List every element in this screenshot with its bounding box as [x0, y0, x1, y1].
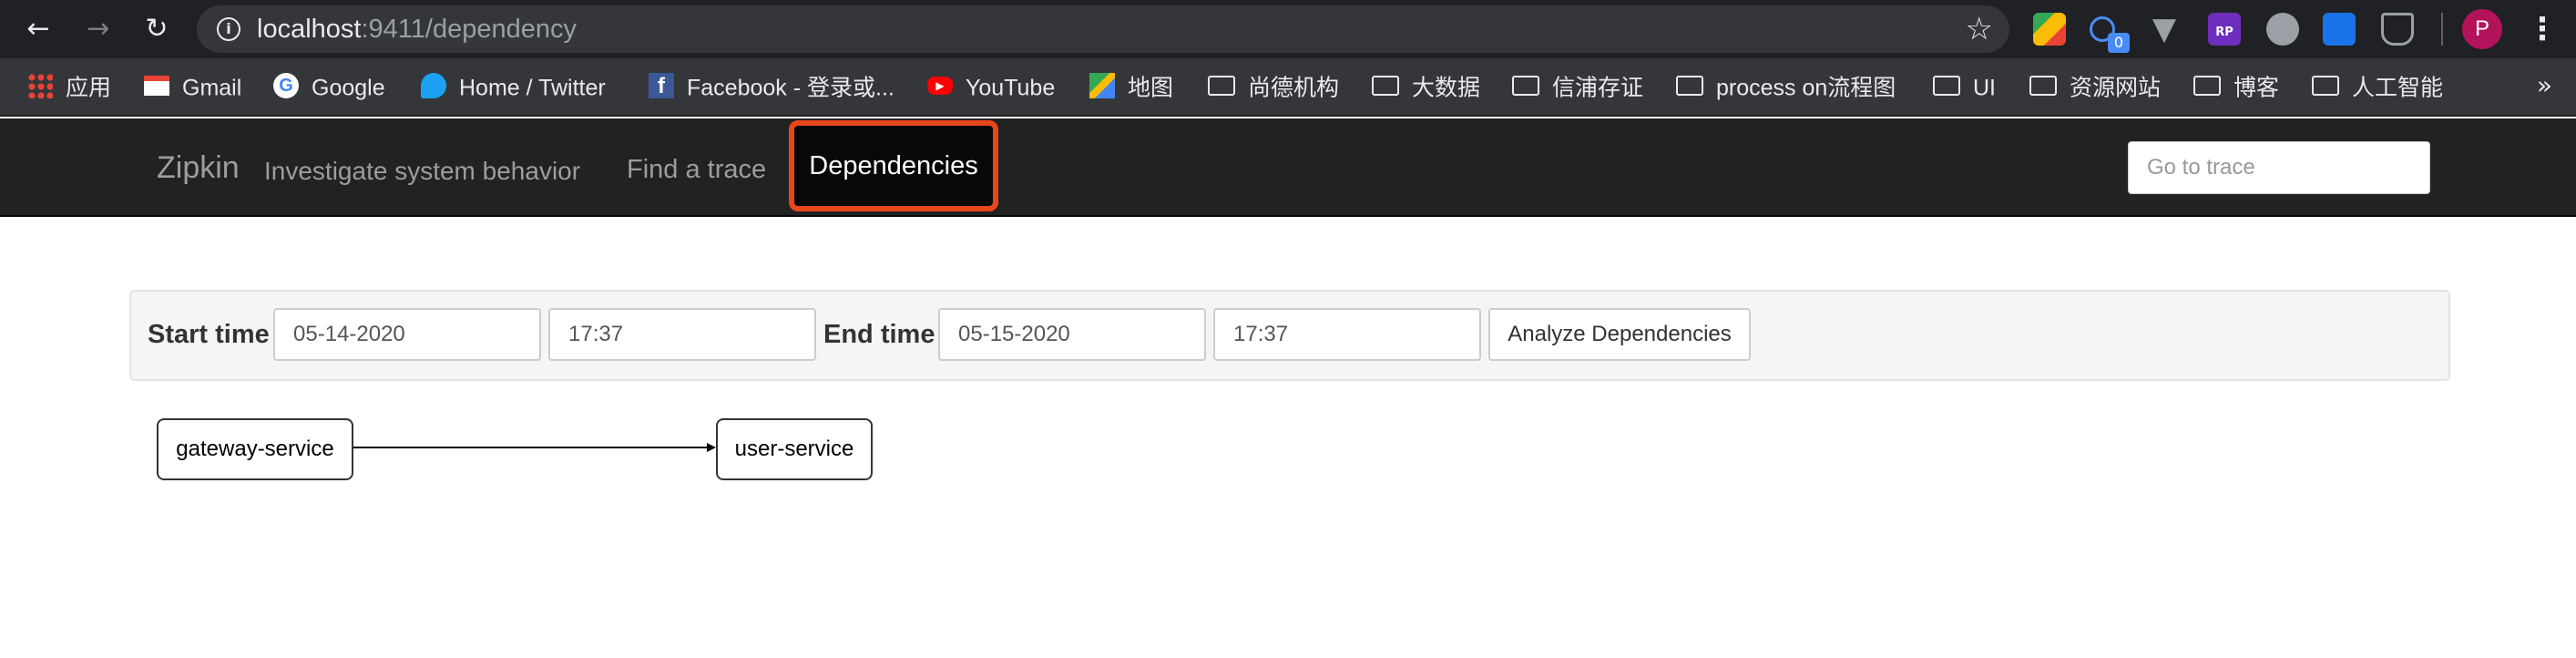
service-node-user[interactable]: user-service	[716, 418, 873, 480]
end-time-input[interactable]: 17:37	[1213, 308, 1481, 361]
folder-icon	[1512, 76, 1539, 97]
dependency-graph: gateway-service user-service	[146, 410, 893, 501]
extension-badge: 0	[2108, 33, 2130, 53]
analyze-dependencies-button[interactable]: Analyze Dependencies	[1488, 308, 1751, 361]
bookmark-label: 应用	[66, 75, 112, 101]
bookmark-folder-6[interactable]: 资源网站	[2029, 58, 2161, 117]
extension-v-icon[interactable]: ▼	[2148, 13, 2181, 46]
bookmark-facebook[interactable]: f Facebook - 登录或...	[649, 58, 894, 117]
bookmark-apps[interactable]: 应用	[27, 58, 111, 117]
address-bar[interactable]: i localhost:9411/dependency ☆	[197, 5, 2009, 53]
more-bookmarks-icon[interactable]: »	[2537, 58, 2552, 117]
browser-toolbar: ← → ↻ i localhost:9411/dependency ☆ 0 ▼ …	[0, 0, 2576, 58]
maps-icon	[1089, 73, 1115, 99]
bookmark-label: 大数据	[1412, 75, 1481, 101]
url-text[interactable]: localhost:9411/dependency	[257, 5, 577, 53]
bookmark-folder-7[interactable]: 博客	[2193, 58, 2279, 117]
bookmark-google[interactable]: G Google	[273, 58, 385, 117]
edge-arrowhead	[707, 443, 716, 452]
gmail-icon	[144, 76, 169, 97]
bookmark-label: 博客	[2234, 75, 2280, 101]
bookmark-twitter[interactable]: Home / Twitter	[421, 58, 606, 117]
bookmark-label: Gmail	[182, 75, 242, 101]
bookmark-label: 人工智能	[2352, 75, 2444, 101]
bookmarks-bar: 应用 Gmail G Google Home / Twitter f Faceboo…	[0, 58, 2576, 117]
twitter-icon	[421, 73, 446, 99]
reload-icon[interactable]: ↻	[138, 11, 175, 47]
apps-grid-icon	[27, 73, 53, 99]
google-icon: G	[273, 73, 299, 99]
folder-icon	[1208, 76, 1235, 97]
folder-icon	[1933, 76, 1960, 97]
go-to-trace-input[interactable]	[2128, 141, 2430, 194]
facebook-icon: f	[649, 73, 674, 99]
browser-menu-icon[interactable]: ⋮	[2527, 11, 2558, 47]
bookmark-folder-4[interactable]: process on流程图	[1676, 58, 1896, 117]
bookmark-maps[interactable]: 地图	[1089, 58, 1173, 117]
extension-shield-icon[interactable]	[2381, 13, 2414, 46]
start-date-input[interactable]: 05-14-2020	[273, 308, 541, 361]
back-arrow-icon[interactable]: ←	[20, 11, 56, 47]
url-host: localhost	[257, 15, 362, 44]
bookmark-label: 信浦存证	[1552, 75, 1644, 101]
extension-rp-icon[interactable]: RP	[2208, 13, 2241, 46]
bookmark-label: YouTube	[966, 75, 1056, 101]
extension-colorful-icon[interactable]	[2033, 13, 2066, 46]
bookmark-label: UI	[1973, 75, 1996, 101]
bookmark-folder-5[interactable]: UI	[1933, 58, 1996, 117]
bookmark-label: process on流程图	[1716, 75, 1896, 101]
bookmark-label: Home / Twitter	[459, 75, 606, 101]
bookmark-folder-8[interactable]: 人工智能	[2312, 58, 2443, 117]
bookmark-folder-2[interactable]: 大数据	[1372, 58, 1480, 117]
bookmark-label: 地图	[1128, 75, 1174, 101]
folder-icon	[1676, 76, 1703, 97]
start-time-label: Start time	[148, 320, 270, 349]
service-node-gateway[interactable]: gateway-service	[157, 418, 353, 480]
end-date-input[interactable]: 05-15-2020	[938, 308, 1206, 361]
nav-dependencies[interactable]: Dependencies	[789, 120, 998, 211]
bookmark-star-icon[interactable]: ☆	[1966, 13, 1993, 46]
bookmark-gmail[interactable]: Gmail	[144, 58, 241, 117]
zipkin-tagline: Investigate system behavior	[264, 157, 581, 185]
nav-find-a-trace[interactable]: Find a trace	[627, 118, 766, 217]
profile-avatar[interactable]: P	[2462, 9, 2502, 49]
forward-arrow-icon[interactable]: →	[80, 11, 117, 47]
folder-icon	[1372, 76, 1399, 97]
bookmark-label: 尚德机构	[1248, 75, 1340, 101]
bookmark-folder-1[interactable]: 尚德机构	[1208, 58, 1339, 117]
extension-blue-square-icon[interactable]	[2323, 13, 2356, 46]
url-path: :9411/dependency	[361, 15, 577, 44]
extension-circle-icon[interactable]	[2266, 13, 2299, 46]
folder-icon	[2193, 76, 2221, 97]
start-time-input[interactable]: 17:37	[548, 308, 816, 361]
end-time-label: End time	[823, 320, 935, 349]
zipkin-brand[interactable]: Zipkin	[157, 118, 240, 217]
bookmark-label: Google	[312, 75, 385, 101]
bookmark-label: Facebook - 登录或...	[687, 75, 894, 101]
bookmark-youtube[interactable]: ▶ YouTube	[927, 58, 1055, 117]
site-info-icon[interactable]: i	[217, 17, 240, 41]
toolbar-divider	[2441, 13, 2443, 46]
youtube-icon: ▶	[927, 77, 953, 96]
folder-icon	[2312, 76, 2339, 97]
folder-icon	[2029, 76, 2057, 97]
bookmark-folder-3[interactable]: 信浦存证	[1512, 58, 1643, 117]
bookmark-label: 资源网站	[2070, 75, 2162, 101]
